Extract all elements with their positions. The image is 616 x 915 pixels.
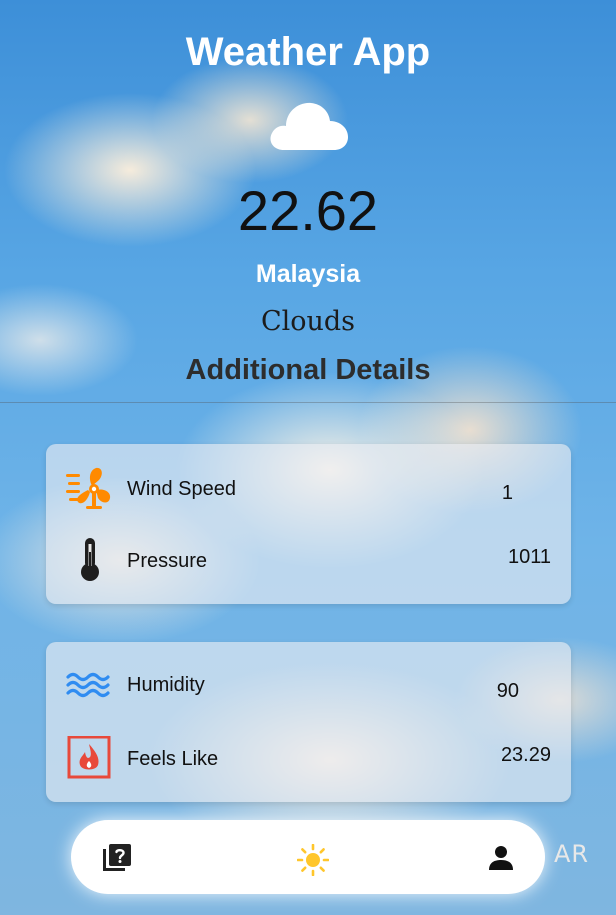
- detail-label: Humidity: [127, 674, 205, 696]
- language-toggle-button[interactable]: AR: [554, 840, 589, 868]
- detail-value: 23.29: [500, 744, 551, 766]
- cloud-icon: [270, 102, 348, 150]
- app-title: Weather App: [185, 30, 431, 74]
- bottom-navigation-bar: [71, 820, 545, 894]
- fire-icon: [67, 736, 111, 779]
- faq-quiz-icon[interactable]: [101, 842, 133, 874]
- detail-value: 1: [501, 482, 513, 504]
- details-card-wind-pressure: Wind Speed 1 Pressure 1011: [46, 444, 571, 604]
- detail-row-wind-speed: Wind Speed 1: [46, 458, 571, 518]
- country-name: Malaysia: [255, 260, 361, 288]
- detail-label: Feels Like: [127, 748, 219, 770]
- detail-label: Wind Speed: [127, 478, 236, 500]
- detail-row-feels-like: Feels Like 23.29: [46, 728, 571, 788]
- temperature-value: 22.62: [237, 179, 379, 242]
- detail-row-humidity: Humidity 90: [46, 656, 571, 716]
- detail-row-pressure: Pressure 1011: [46, 530, 571, 590]
- detail-value: 1011: [507, 546, 551, 568]
- divider: [0, 402, 616, 403]
- thermometer-icon: [81, 538, 99, 581]
- details-card-humidity-feels: Humidity 90 Feels Like 23.29: [46, 642, 571, 802]
- person-icon[interactable]: [485, 842, 517, 874]
- sun-icon[interactable]: [297, 844, 329, 876]
- water-waves-icon: [66, 672, 110, 698]
- additional-details-heading: Additional Details: [185, 354, 431, 386]
- detail-value: 90: [496, 680, 519, 702]
- wind-fan-icon: [66, 467, 111, 509]
- weather-condition: Clouds: [260, 306, 356, 337]
- detail-label: Pressure: [127, 550, 208, 572]
